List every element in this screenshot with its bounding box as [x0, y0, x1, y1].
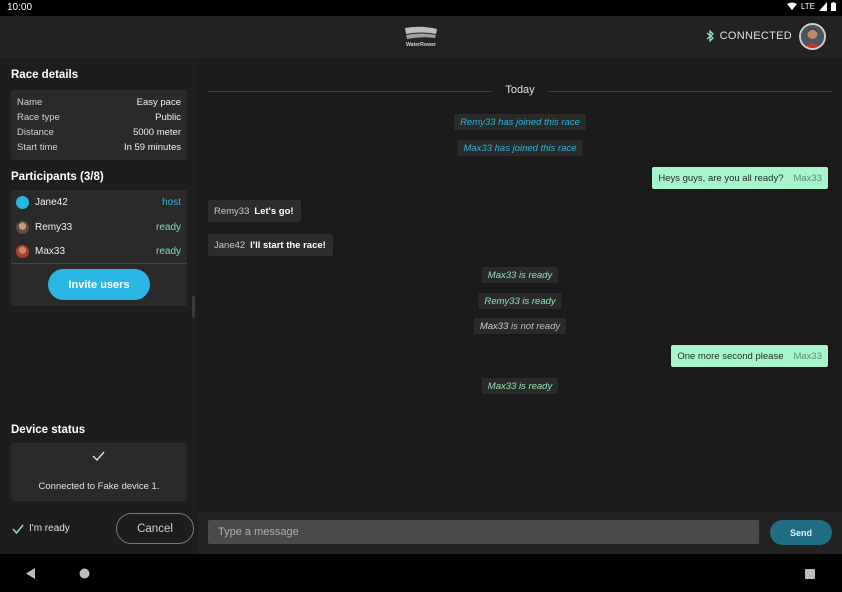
- system-message: Remy33 is ready: [478, 293, 562, 309]
- race-detail-row: Name Easy pace: [17, 97, 181, 111]
- participant-row[interactable]: Max33 ready: [11, 239, 187, 263]
- device-status-card: Connected to Fake device 1.: [11, 443, 187, 501]
- system-user: Max33: [487, 269, 517, 281]
- invite-users-button[interactable]: Invite users: [48, 269, 150, 300]
- system-user: Max33: [463, 142, 493, 154]
- participant-status: ready: [155, 245, 181, 257]
- message-text: Heys guys, are you all ready?: [658, 172, 784, 184]
- message-sender: Remy33: [214, 205, 250, 217]
- network-label: LTE: [800, 2, 815, 11]
- detail-key: Race type: [17, 112, 60, 123]
- participant-name: Max33: [35, 245, 66, 257]
- system-text: is ready: [518, 269, 553, 281]
- clock: 10:00: [7, 2, 33, 13]
- status-icons: LTE: [786, 2, 836, 11]
- system-text: has joined this race: [494, 142, 577, 154]
- device-status-message: Connected to Fake device 1.: [38, 481, 160, 492]
- signal-icon: [819, 2, 827, 11]
- message-sender: Max33: [793, 172, 822, 184]
- system-user: Max33: [479, 320, 509, 332]
- message-input[interactable]: [208, 520, 759, 544]
- ready-label: I'm ready: [29, 523, 70, 534]
- app-bar: WaterRower CONNECTED: [0, 16, 842, 58]
- waterrower-logo: WaterRower: [405, 26, 437, 48]
- check-icon: [12, 524, 24, 534]
- outgoing-message: One more second please Max33: [671, 345, 828, 367]
- participant-row[interactable]: Remy33 ready: [11, 215, 187, 239]
- message-text: One more second please: [677, 350, 784, 362]
- detail-value: 5000 meter: [132, 127, 181, 138]
- divider: [11, 263, 187, 264]
- message-sender: Max33: [793, 350, 822, 362]
- participant-avatar: [16, 220, 29, 234]
- message-sender: Jane42: [214, 239, 246, 251]
- bluetooth-icon: [706, 30, 714, 42]
- race-detail-row: Race type Public: [17, 112, 181, 126]
- race-details-title: Race details: [11, 69, 79, 81]
- wifi-icon: [786, 2, 797, 10]
- message-text: Let's go!: [254, 205, 294, 217]
- pane-resize-handle[interactable]: [192, 296, 195, 318]
- system-text: has joined this race: [498, 116, 580, 128]
- check-icon: [92, 451, 105, 461]
- detail-key: Name: [17, 97, 43, 108]
- ready-toggle[interactable]: I'm ready: [12, 523, 70, 534]
- detail-value: Easy pace: [136, 97, 181, 108]
- system-user: Max33: [487, 380, 517, 392]
- detail-key: Distance: [17, 127, 54, 138]
- system-nav-bar: [0, 554, 842, 592]
- race-detail-row: Distance 5000 meter: [17, 127, 181, 141]
- battery-icon: [831, 2, 836, 11]
- chat-panel: Today Remy33 has joined this race Max33 …: [198, 58, 842, 512]
- back-icon[interactable]: [26, 568, 36, 579]
- system-text: is ready: [522, 295, 556, 307]
- system-message: Remy33 has joined this race: [454, 114, 586, 130]
- system-text: is not ready: [511, 320, 561, 332]
- recents-icon[interactable]: [805, 569, 815, 579]
- participant-name: Remy33: [35, 221, 73, 233]
- outgoing-message: Heys guys, are you all ready? Max33: [652, 167, 828, 189]
- cancel-button[interactable]: Cancel: [116, 513, 194, 544]
- logo-text: WaterRower: [406, 42, 436, 48]
- incoming-message: Jane42 I'll start the race!: [208, 234, 333, 256]
- connection-label: CONNECTED: [719, 30, 792, 42]
- user-avatar[interactable]: [799, 23, 826, 50]
- detail-value: Public: [155, 112, 181, 123]
- system-message: Max33 is ready: [481, 378, 559, 394]
- device-status-title: Device status: [11, 424, 86, 436]
- system-message: Max33 has joined this race: [457, 140, 583, 156]
- system-user: Remy33: [460, 116, 496, 128]
- participant-name: Jane42: [35, 196, 68, 208]
- system-message: Max33 is ready: [481, 267, 559, 283]
- message-text: I'll start the race!: [250, 239, 326, 251]
- system-user: Remy33: [484, 295, 520, 307]
- race-details-card: Name Easy pace Race type Public Distance 50…: [11, 90, 187, 160]
- participant-status: ready: [155, 221, 181, 233]
- incoming-message: Remy33 Let's go!: [208, 200, 301, 222]
- connection-status[interactable]: CONNECTED: [706, 30, 792, 42]
- race-sidebar: Race details Name Easy pace Race type Publ…: [0, 58, 198, 554]
- message-composer: Send: [198, 512, 842, 554]
- participants-title: Participants (3/8): [11, 171, 104, 183]
- status-bar: 10:00 LTE: [0, 0, 842, 16]
- participant-status: host: [162, 196, 181, 208]
- day-label: Today: [491, 84, 549, 96]
- system-text: is ready: [518, 380, 553, 392]
- participant-row[interactable]: Jane42 host: [11, 190, 187, 214]
- detail-value: In 59 minutes: [123, 142, 181, 153]
- detail-key: Start time: [17, 142, 58, 153]
- participant-avatar: [16, 195, 29, 209]
- participant-avatar: [16, 244, 29, 258]
- send-button[interactable]: Send: [770, 520, 832, 545]
- system-message: Max33 is not ready: [473, 318, 567, 334]
- race-detail-row: Start time In 59 minutes: [17, 142, 181, 156]
- home-icon[interactable]: [79, 568, 90, 579]
- avatar-portrait: [801, 25, 824, 48]
